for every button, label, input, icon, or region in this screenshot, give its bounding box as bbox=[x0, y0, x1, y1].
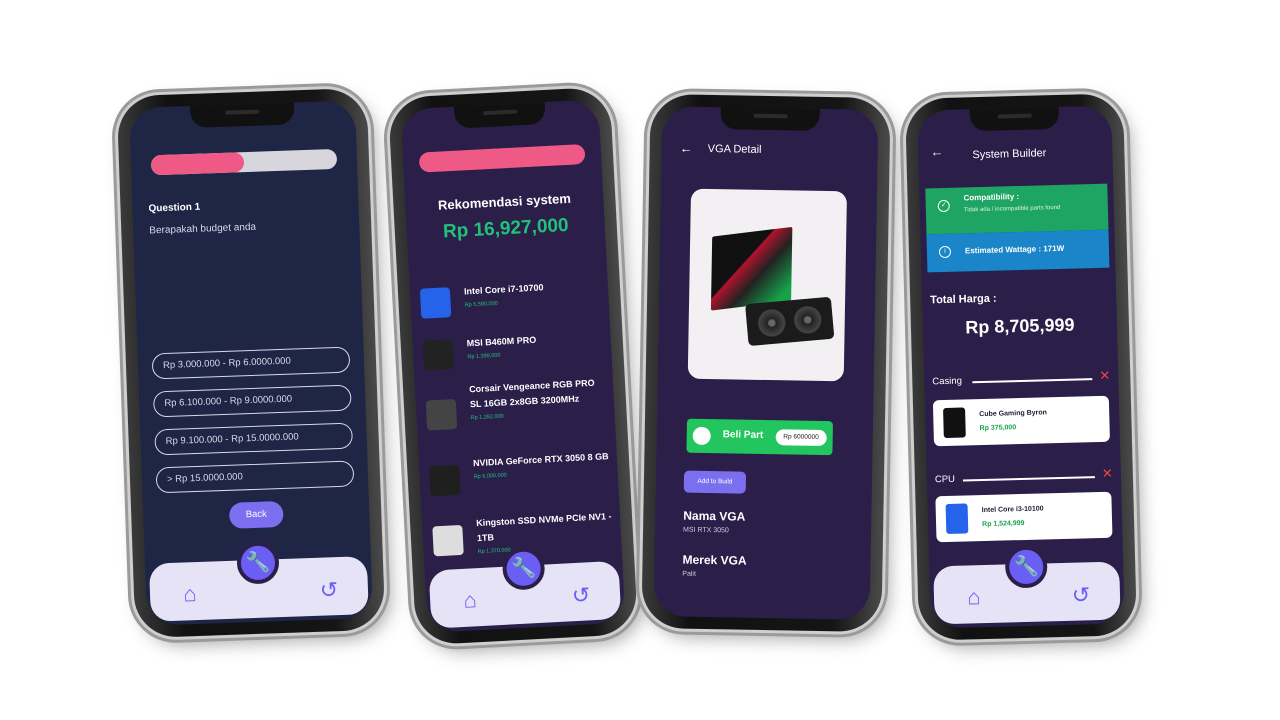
part-name: Intel Core i7-10700 bbox=[463, 282, 544, 297]
system-builder-screen: ← System Builder ✓ Compatibility : Tidak… bbox=[917, 105, 1125, 629]
wattage-banner: i Estimated Wattage : 171W bbox=[926, 229, 1110, 273]
compatibility-banner: ✓ Compatibility : Tidak ada / incompatib… bbox=[925, 183, 1109, 235]
section-divider bbox=[962, 476, 1095, 482]
compatibility-title: Compatibility : bbox=[963, 191, 1020, 203]
bottom-nav: ⌂ 🔧 ↺ bbox=[428, 546, 622, 629]
bottom-nav: ⌂ 🔧 ↺ bbox=[148, 541, 369, 622]
budget-option-4[interactable]: > Rp 15.0000.000 bbox=[155, 460, 355, 494]
home-icon[interactable]: ⌂ bbox=[458, 587, 483, 613]
close-icon[interactable]: ✕ bbox=[1099, 368, 1110, 384]
part-card-cpu[interactable]: Intel Core i3-10100 Rp 1,524,999 bbox=[935, 491, 1113, 543]
wattage-text: Estimated Wattage : 171W bbox=[964, 243, 1065, 256]
part-name: MSI B460M PRO bbox=[466, 334, 537, 349]
back-button[interactable]: Back bbox=[228, 500, 284, 529]
budget-option-3[interactable]: Rp 9.100.000 - Rp 15.0000.000 bbox=[154, 422, 354, 456]
recommendation-screen: Rekomendasi system Rp 16,927,000 Intel C… bbox=[400, 99, 626, 633]
vga-detail-screen: ← VGA Detail Beli Part Rp 6000000 Add to… bbox=[653, 106, 879, 620]
phone-notch bbox=[720, 107, 821, 131]
question-title: Question 1 bbox=[148, 201, 201, 215]
arrow-left-icon[interactable]: ← bbox=[930, 144, 943, 159]
buy-part-price: Rp 6000000 bbox=[775, 429, 827, 447]
recommendation-total-price: Rp 16,927,000 bbox=[442, 214, 570, 243]
cpu-thumbnail bbox=[945, 503, 969, 535]
wrench-icon[interactable]: 🔧 bbox=[236, 541, 280, 585]
store-logo-icon bbox=[692, 426, 711, 446]
product-image-card bbox=[687, 188, 848, 382]
gpu-fan bbox=[791, 303, 824, 337]
bottom-nav: ⌂ 🔧 ↺ bbox=[933, 545, 1121, 625]
quiz-progress-fill bbox=[150, 152, 245, 176]
motherboard-thumbnail bbox=[422, 339, 455, 371]
recommendation-progress-bar bbox=[418, 143, 586, 173]
info-icon: i bbox=[938, 245, 952, 259]
home-icon[interactable]: ⌂ bbox=[962, 584, 987, 610]
history-icon[interactable]: ↺ bbox=[316, 577, 343, 604]
phone-notch bbox=[453, 101, 546, 129]
part-name: Intel Core i3-10100 bbox=[981, 505, 1044, 515]
history-icon[interactable]: ↺ bbox=[567, 582, 594, 609]
gpu-card-image bbox=[745, 296, 835, 347]
ssd-thumbnail bbox=[432, 524, 464, 557]
add-to-build-button[interactable]: Add to Build bbox=[683, 470, 747, 494]
cpu-thumbnail bbox=[419, 287, 452, 319]
gpu-box-image bbox=[710, 226, 793, 311]
wrench-icon[interactable]: 🔧 bbox=[1004, 545, 1048, 589]
part-name: Cube Gaming Byron bbox=[979, 409, 1047, 419]
part-card-casing[interactable]: Cube Gaming Byron Rp 375,000 bbox=[932, 395, 1110, 447]
part-price: Rp 1,524,999 bbox=[982, 519, 1025, 529]
section-label-cpu: CPU bbox=[934, 473, 956, 486]
page-title: System Builder bbox=[972, 147, 1047, 162]
part-name: Corsair Vengeance RGB PRO SL 16GB 2x8GB … bbox=[468, 377, 595, 410]
phone-notch bbox=[969, 106, 1060, 132]
arrow-left-icon[interactable]: ← bbox=[680, 140, 693, 155]
vga-name-label: Nama VGA bbox=[683, 508, 746, 524]
question-screen: Question 1 Berapakah budget anda Rp 3.00… bbox=[129, 100, 373, 626]
list-item[interactable]: MSI B460M PRO Rp 1,399,000 bbox=[422, 329, 604, 372]
section-label-casing: Casing bbox=[932, 375, 963, 388]
close-icon[interactable]: ✕ bbox=[1102, 466, 1113, 482]
buy-part-label: Beli Part bbox=[722, 429, 764, 441]
ram-thumbnail bbox=[425, 399, 458, 431]
list-item[interactable]: Intel Core i7-10700 Rp 5,590,000 bbox=[419, 277, 602, 320]
part-price: Rp 375,000 bbox=[979, 424, 1017, 433]
buy-part-banner[interactable]: Beli Part Rp 6000000 bbox=[686, 418, 833, 456]
total-price-label: Total Harga : bbox=[930, 292, 997, 307]
budget-option-1[interactable]: Rp 3.000.000 - Rp 6.0000.000 bbox=[151, 346, 351, 380]
vga-brand-value: Palit bbox=[682, 570, 696, 578]
check-icon: ✓ bbox=[937, 199, 950, 213]
recommendation-title: Rekomendasi system bbox=[437, 190, 572, 213]
vga-name-value: MSI RTX 3050 bbox=[683, 526, 729, 535]
phone-system-builder: ← System Builder ✓ Compatibility : Tidak… bbox=[904, 93, 1138, 641]
phone-recommendation: Rekomendasi system Rp 16,927,000 Intel C… bbox=[387, 86, 639, 646]
phone-question: Question 1 Berapakah budget anda Rp 3.00… bbox=[116, 87, 386, 639]
question-text: Berapakah budget anda bbox=[149, 221, 257, 237]
budget-option-2[interactable]: Rp 6.100.000 - Rp 9.0000.000 bbox=[152, 384, 352, 418]
quiz-progress-bar bbox=[150, 148, 338, 176]
mockup-stage: Question 1 Berapakah budget anda Rp 3.00… bbox=[0, 0, 1280, 720]
section-divider bbox=[972, 378, 1093, 384]
part-price: Rp 1,370,000 bbox=[477, 547, 511, 556]
gpu-thumbnail bbox=[429, 464, 461, 497]
list-item[interactable]: NVIDIA GeForce RTX 3050 8 GB Rp 6,000,000 bbox=[429, 449, 611, 504]
casing-thumbnail bbox=[943, 407, 966, 439]
vga-brand-label: Merek VGA bbox=[682, 552, 747, 568]
compatibility-message: Tidak ada / incompatible parts found bbox=[963, 204, 1061, 214]
phone-notch bbox=[190, 102, 295, 128]
list-item[interactable]: Corsair Vengeance RGB PRO SL 16GB 2x8GB … bbox=[425, 375, 608, 444]
phone-vga-detail: ← VGA Detail Beli Part Rp 6000000 Add to… bbox=[641, 93, 891, 633]
gpu-fan bbox=[755, 306, 789, 340]
home-icon[interactable]: ⌂ bbox=[178, 581, 203, 607]
history-icon[interactable]: ↺ bbox=[1068, 582, 1095, 609]
page-title: VGA Detail bbox=[707, 142, 762, 156]
total-price-value: Rp 8,705,999 bbox=[965, 314, 1075, 338]
part-name: Kingston SSD NVMe PCIe NV1 - 1TB bbox=[475, 511, 612, 544]
